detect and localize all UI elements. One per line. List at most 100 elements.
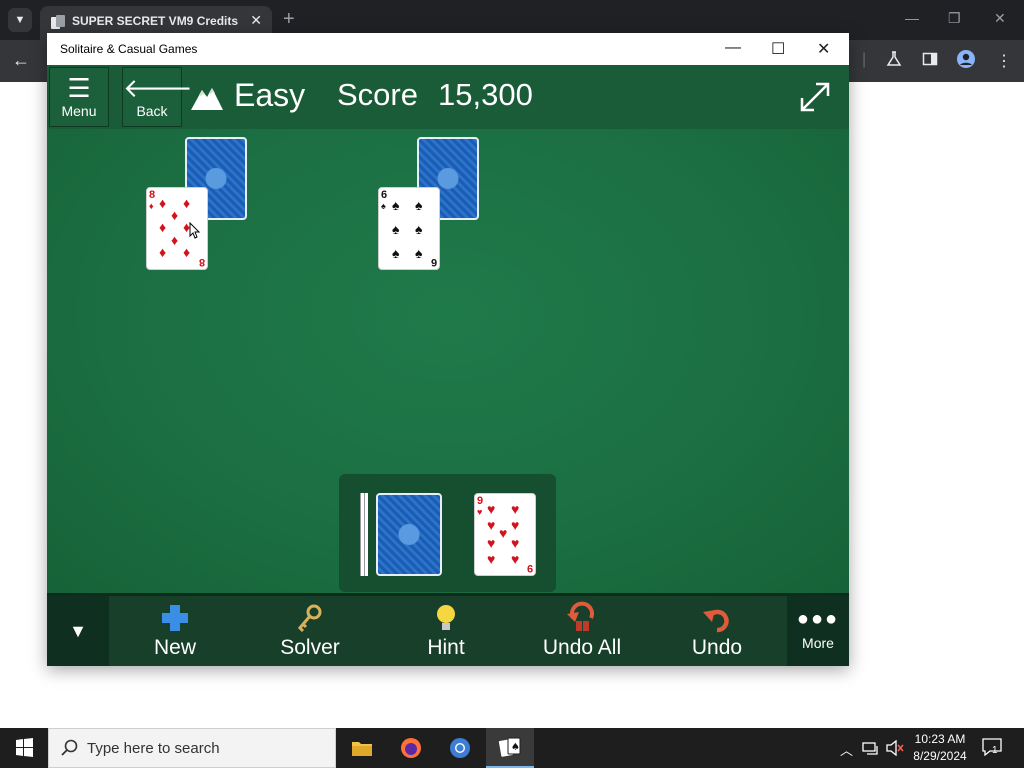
firefox-app[interactable] [387, 728, 435, 768]
chrome-icon [450, 738, 470, 758]
menu-button[interactable]: ☰ Menu [49, 67, 109, 127]
card-pip: ♦ [159, 244, 167, 260]
card-pip: ♦ [159, 195, 167, 211]
file-explorer-app[interactable] [338, 728, 386, 768]
taskbar-search[interactable] [48, 728, 336, 768]
hamburger-icon: ☰ [67, 73, 91, 103]
card-pip: ♥ [487, 517, 496, 533]
volume-muted-icon[interactable] [886, 740, 904, 756]
new-tab-button[interactable]: + [283, 8, 295, 30]
undo-all-icon [567, 601, 594, 631]
plus-icon [162, 605, 188, 631]
score-value: 15,300 [438, 77, 533, 112]
card-rank-bottom: 8 [198, 256, 205, 268]
solver-button[interactable]: Solver [250, 600, 370, 666]
card-pip: ♠ [392, 221, 400, 237]
system-clock[interactable]: 10:23 AM 8/29/2024 [908, 731, 972, 765]
windows-taskbar: ♠ ︿ 10:23 AM 8/29/2024 1 [0, 728, 1024, 768]
firefox-icon [401, 738, 421, 758]
app-close-button[interactable]: ✕ [817, 39, 830, 59]
clock-time: 10:23 AM [914, 732, 966, 746]
new-label: New [153, 636, 196, 659]
card-rank: 8 [149, 189, 156, 201]
toolbar-divider: | [862, 51, 867, 68]
key-icon [297, 604, 322, 633]
card-pip: ♦ [159, 219, 167, 235]
svg-text:♠: ♠ [511, 742, 520, 753]
undo-icon [703, 609, 729, 633]
solitaire-favicon-icon [51, 15, 65, 29]
browser-restore-button[interactable]: ❐ [948, 10, 961, 27]
card-pip: ♥ [511, 501, 520, 517]
search-input[interactable] [87, 729, 327, 767]
lightbulb-icon [437, 605, 455, 630]
collapse-toolbar-button[interactable]: ▼ [47, 596, 109, 666]
game-toolbar: ▼ New Solver Hint Undo All Undo ●●● More [47, 593, 849, 666]
labs-flask-icon[interactable] [886, 51, 902, 67]
back-button[interactable]: 🡐 Back [122, 67, 193, 127]
card-rank-bottom: 6 [430, 256, 437, 268]
card-rank: 6 [381, 189, 388, 201]
app-title: Solitaire & Casual Games [60, 42, 198, 56]
undo-all-button[interactable]: Undo All [522, 600, 642, 666]
card-middle-face[interactable]: 6 ♠ ♠ ♠ ♠ ♠ ♠ ♠ 6 [378, 187, 440, 270]
card-pip: ♠ [415, 197, 423, 213]
game-header: ☰ Menu 🡐 Back Easy Score 15,300 [47, 65, 849, 129]
notification-count: 1 [992, 745, 998, 756]
score-label: Score [337, 77, 418, 112]
stock-pile[interactable] [376, 493, 442, 576]
app-minimize-button[interactable]: — [725, 39, 741, 57]
card-pip: ♠ [392, 245, 400, 261]
card-pip: ♦ [183, 195, 191, 211]
expand-icon[interactable] [797, 79, 833, 115]
search-icon [61, 739, 78, 756]
browser-close-button[interactable]: ✕ [994, 10, 1006, 27]
windows-start-icon[interactable] [0, 728, 48, 768]
hint-label: Hint [427, 636, 465, 659]
more-button[interactable]: ●●● More [787, 596, 849, 666]
card-pip: ♥ [487, 535, 496, 551]
browser-minimize-button[interactable]: — [905, 10, 919, 26]
menu-label: Menu [61, 103, 97, 119]
difficulty-label: Easy [234, 77, 306, 113]
card-pip: ♠ [415, 245, 423, 261]
browser-back-button[interactable]: ← [12, 50, 30, 71]
solitaire-icon: ♠ [498, 737, 521, 757]
card-suit: ♦ [149, 201, 154, 211]
waste-card[interactable]: 9 ♥ ♥ ♥ ♥ ♥ ♥ ♥ ♥ ♥ ♥ 9 [474, 493, 536, 576]
undo-button[interactable]: Undo [657, 600, 777, 666]
card-pip: ♦ [171, 207, 179, 223]
side-panel-icon[interactable] [922, 51, 938, 67]
tab-close-icon[interactable]: ✕ [250, 12, 262, 29]
solver-label: Solver [280, 636, 340, 659]
card-pip: ♥ [511, 517, 520, 533]
card-pip: ♦ [171, 232, 179, 248]
card-pip: ♥ [511, 535, 520, 551]
chrome-app[interactable] [436, 728, 484, 768]
network-icon[interactable] [862, 741, 880, 756]
profile-avatar-icon[interactable] [956, 49, 976, 69]
solitaire-app[interactable]: ♠ [486, 728, 534, 768]
notification-center-icon[interactable]: 1 [982, 738, 1004, 758]
card-pip: ♥ [499, 525, 508, 541]
browser-menu-icon[interactable]: ⋮ [996, 51, 1012, 71]
app-maximize-button[interactable]: ☐ [771, 39, 785, 59]
card-pip: ♠ [415, 221, 423, 237]
tab-title: SUPER SECRET VM9 Credits [72, 14, 239, 28]
more-dots-icon: ●●● [796, 608, 840, 630]
game-board: 8 ♦ ♦ ♦ ♦ ♦ ♦ ♦ ♦ ♦ 8 6 ♠ ♠ ♠ ♠ ♠ ♠ ♠ 6 [47, 129, 849, 593]
new-game-button[interactable]: New [115, 600, 235, 666]
app-title-bar: Solitaire & Casual Games — ☐ ✕ [47, 33, 849, 65]
hint-button[interactable]: Hint [386, 600, 506, 666]
card-pip: ♦ [183, 244, 191, 260]
card-suit: ♥ [477, 507, 483, 517]
card-pip: ♥ [487, 501, 496, 517]
card-pip: ♥ [487, 551, 496, 567]
card-pip: ♥ [511, 551, 520, 567]
mountain-icon [191, 88, 223, 110]
show-hidden-icons-icon[interactable]: ︿ [840, 740, 853, 759]
chevron-down-icon: ▼ [69, 621, 87, 641]
folder-icon [352, 742, 372, 756]
solitaire-window: Solitaire & Casual Games — ☐ ✕ ☰ Menu 🡐 … [47, 33, 849, 666]
tab-list-button[interactable]: ▼ [8, 8, 32, 32]
